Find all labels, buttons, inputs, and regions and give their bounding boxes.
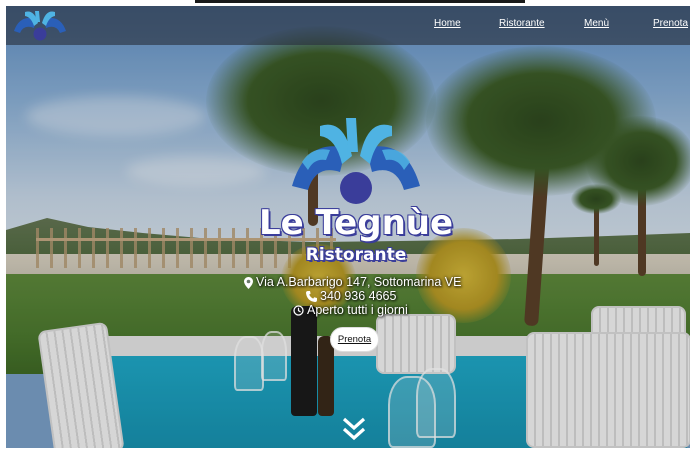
phone-text[interactable]: 340 936 4665	[320, 289, 396, 304]
clock-icon	[293, 305, 304, 316]
nav-prenota-link[interactable]: Prenota	[653, 18, 688, 29]
brand-logo-icon	[292, 118, 420, 204]
brand-subtitle: Ristorante	[305, 245, 407, 265]
brand-name: Le Tegnùe	[258, 203, 454, 243]
address-text: Via A.Barbarigo 147, Sottomarina VE	[256, 275, 462, 289]
nav-menu-link[interactable]: Menù	[584, 18, 609, 29]
address-line: Via A.Barbarigo 147, Sottomarina VE	[244, 275, 461, 290]
map-marker-icon	[244, 276, 253, 289]
logo-icon[interactable]	[10, 8, 70, 44]
top-edge-bar	[195, 0, 525, 3]
hours-line: Aperto tutti i giorni	[293, 303, 408, 318]
hours-text: Aperto tutti i giorni	[307, 303, 408, 317]
nav-ristorante-link[interactable]: Ristorante	[499, 18, 545, 29]
page-frame: Home Ristorante Menù Prenota Le Tegnùe R…	[6, 6, 690, 448]
phone-icon	[306, 291, 317, 302]
phone-line: 340 936 4665	[306, 289, 396, 304]
nav-home-link[interactable]: Home	[434, 18, 461, 29]
double-chevron-down-icon[interactable]	[342, 416, 366, 442]
book-button[interactable]: Prenota	[330, 327, 379, 352]
